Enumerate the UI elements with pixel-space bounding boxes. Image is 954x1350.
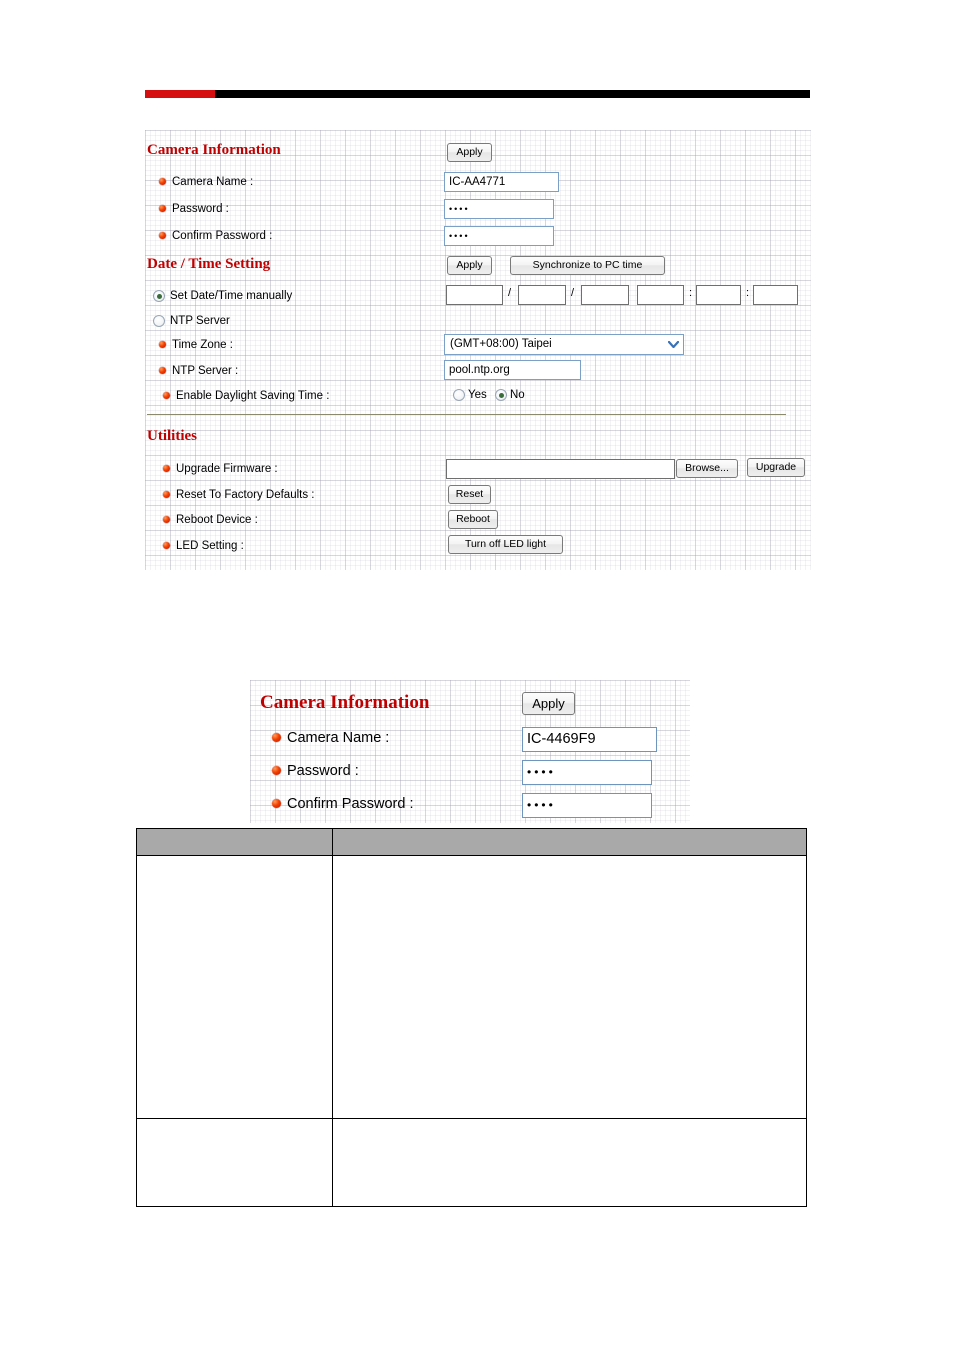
section-title-camera-information-2: Camera Information [260, 692, 430, 713]
time-zone-select[interactable]: (GMT+08:00) Taipei [444, 334, 684, 355]
bullet-icon [163, 464, 170, 472]
radio-ntp-server[interactable] [153, 315, 165, 327]
table-row [136, 1118, 807, 1207]
synchronize-to-pc-time-button[interactable]: Synchronize to PC time [510, 256, 665, 275]
bullet-icon [159, 177, 166, 185]
bullet-icon [272, 799, 281, 808]
password-input[interactable]: •••• [444, 199, 554, 219]
date-day-input[interactable] [581, 285, 629, 305]
firmware-file-input[interactable] [446, 459, 675, 479]
section-title-utilities: Utilities [147, 428, 197, 444]
time-zone-selected-value: (GMT+08:00) Taipei [450, 338, 552, 350]
table-cell-description [332, 855, 807, 1119]
table-cell-term [136, 1118, 333, 1207]
description-table [136, 828, 807, 1207]
time-minute-input[interactable] [696, 285, 741, 305]
date-separator-1: / [508, 287, 512, 299]
label-confirm-password: Confirm Password : [159, 229, 272, 243]
turn-off-led-light-button[interactable]: Turn off LED light [448, 535, 563, 554]
label-ntp-server-mode: NTP Server [170, 315, 230, 327]
table-row [136, 855, 807, 1119]
ntp-server-input[interactable]: pool.ntp.org [444, 360, 581, 380]
date-year-input[interactable] [446, 285, 503, 305]
time-second-input[interactable] [753, 285, 798, 305]
label-password: Password : [159, 202, 229, 216]
radio-set-datetime-manually[interactable] [153, 290, 165, 302]
section-divider [147, 414, 786, 415]
table-cell-description [332, 1118, 807, 1207]
browse-button[interactable]: Browse... [676, 459, 738, 478]
label-camera-name: Camera Name : [159, 175, 253, 189]
confirm-password-input-2[interactable]: •••• [522, 793, 652, 818]
chevron-down-icon[interactable] [665, 336, 682, 353]
date-separator-2: / [571, 287, 575, 299]
time-hour-input[interactable] [637, 285, 684, 305]
time-separator-2: : [746, 287, 750, 299]
label-confirm-password-2: Confirm Password : [272, 796, 414, 813]
camera-name-input[interactable]: IC-AA4771 [444, 172, 559, 192]
label-reboot-device: Reboot Device : [163, 513, 258, 527]
bullet-icon [159, 204, 166, 212]
reboot-button[interactable]: Reboot [448, 510, 498, 529]
camera-information-apply-button[interactable]: Apply [447, 143, 492, 162]
label-reset-to-factory-defaults: Reset To Factory Defaults : [163, 488, 314, 502]
bullet-icon [163, 490, 170, 498]
table-header-cell-1 [136, 828, 333, 856]
reset-button[interactable]: Reset [448, 485, 491, 504]
bullet-icon [163, 391, 170, 399]
bullet-icon [159, 231, 166, 239]
radio-daylight-saving-no[interactable] [495, 389, 507, 401]
date-month-input[interactable] [518, 285, 566, 305]
password-input-2[interactable]: •••• [522, 760, 652, 785]
upgrade-button[interactable]: Upgrade [747, 458, 805, 477]
camera-name-input-2[interactable]: IC-4469F9 [522, 727, 657, 752]
confirm-password-input[interactable]: •••• [444, 226, 554, 246]
bullet-icon [159, 366, 166, 374]
bullet-icon [163, 541, 170, 549]
camera-information-2-apply-button[interactable]: Apply [522, 692, 575, 715]
section-title-camera-information: Camera Information [147, 142, 281, 158]
label-camera-name-2: Camera Name : [272, 730, 389, 747]
label-daylight-saving-yes: Yes [468, 389, 487, 401]
settings-panel: Camera Information Apply Camera Name : I… [145, 130, 811, 570]
section-title-date-time-setting: Date / Time Setting [147, 256, 271, 272]
date-time-apply-button[interactable]: Apply [447, 256, 492, 275]
label-ntp-server: NTP Server : [159, 364, 238, 378]
bullet-icon [163, 515, 170, 523]
bullet-icon [272, 766, 281, 775]
header-rule-accent [145, 90, 215, 98]
table-header-cell-2 [332, 828, 807, 856]
page-header-rule [145, 90, 810, 98]
label-password-2: Password : [272, 763, 359, 780]
label-set-datetime-manually: Set Date/Time manually [170, 290, 293, 302]
bullet-icon [272, 733, 281, 742]
bullet-icon [159, 340, 166, 348]
label-enable-daylight-saving-time: Enable Daylight Saving Time : [163, 389, 329, 403]
label-upgrade-firmware: Upgrade Firmware : [163, 462, 278, 476]
label-time-zone: Time Zone : [159, 338, 233, 352]
table-cell-term [136, 855, 333, 1119]
table-header-row [136, 828, 807, 856]
radio-daylight-saving-yes[interactable] [453, 389, 465, 401]
label-led-setting: LED Setting : [163, 539, 244, 553]
camera-information-panel: Camera Information Apply Camera Name : I… [250, 680, 690, 823]
time-separator-1: : [689, 287, 693, 299]
label-daylight-saving-no: No [510, 389, 525, 401]
